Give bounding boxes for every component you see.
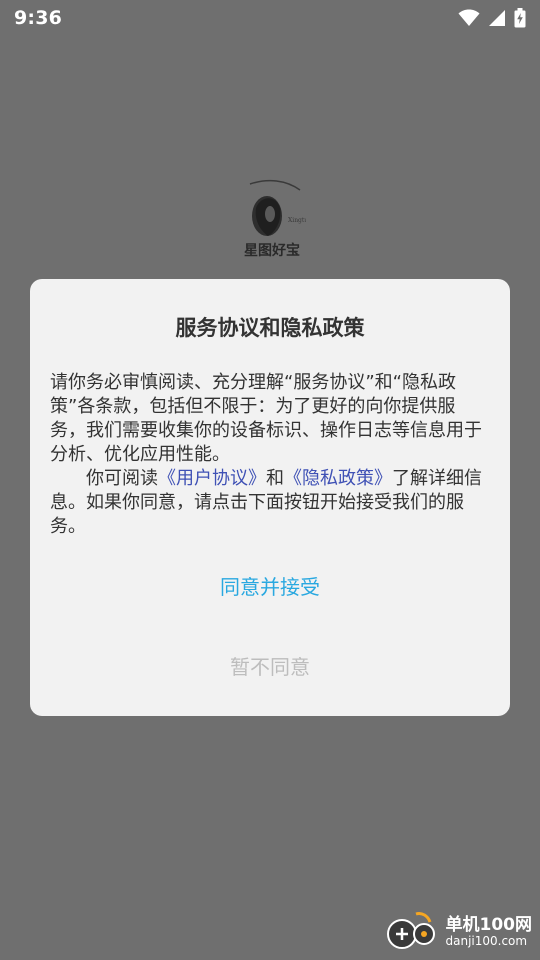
para2-and: 和 [266, 468, 284, 489]
decline-button[interactable]: 暂不同意 [30, 651, 510, 680]
privacy-dialog: 服务协议和隐私政策 请你务必审慎阅读、充分理解“服务协议”和“隐私政策”各条款，… [30, 279, 510, 716]
watermark-url: danji100.com [445, 933, 528, 948]
watermark-logo-icon [382, 910, 440, 954]
dialog-title: 服务协议和隐私政策 [175, 316, 365, 340]
svg-text:Xingtu: Xingtu [288, 217, 306, 224]
user-agreement-link[interactable]: 《用户协议》 [158, 468, 266, 489]
dialog-paragraph-2: 你可阅读《用户协议》和《隐私政策》了解详细信息。如果你同意，请点击下面按钮开始接… [50, 467, 490, 539]
accept-button[interactable]: 同意并接受 [30, 571, 510, 600]
status-icons [458, 8, 526, 28]
cellular-signal-icon [488, 9, 506, 27]
watermark-name: 单机100网 [445, 915, 533, 936]
privacy-policy-link[interactable]: 《隐私政策》 [284, 468, 392, 489]
status-bar: 9:36 [0, 0, 540, 36]
status-time: 9:36 [14, 7, 63, 29]
watermark-text: 单机100网 danji100.com [446, 916, 533, 948]
app-logo-text: 星图好宝 [244, 242, 300, 259]
dialog-paragraph-1: 请你务必审慎阅读、充分理解“服务协议”和“隐私政策”各条款，包括但不限于：为了更… [50, 372, 482, 465]
para2-prefix: 你可阅读 [86, 468, 158, 489]
wifi-icon [458, 9, 480, 27]
battery-charging-icon [514, 8, 526, 28]
app-logo: Xingtu 星图好宝 [240, 178, 308, 264]
watermark: 单机100网 danji100.com [382, 910, 533, 954]
dialog-body: 请你务必审慎阅读、充分理解“服务协议”和“隐私政策”各条款，包括但不限于：为了更… [50, 371, 490, 539]
